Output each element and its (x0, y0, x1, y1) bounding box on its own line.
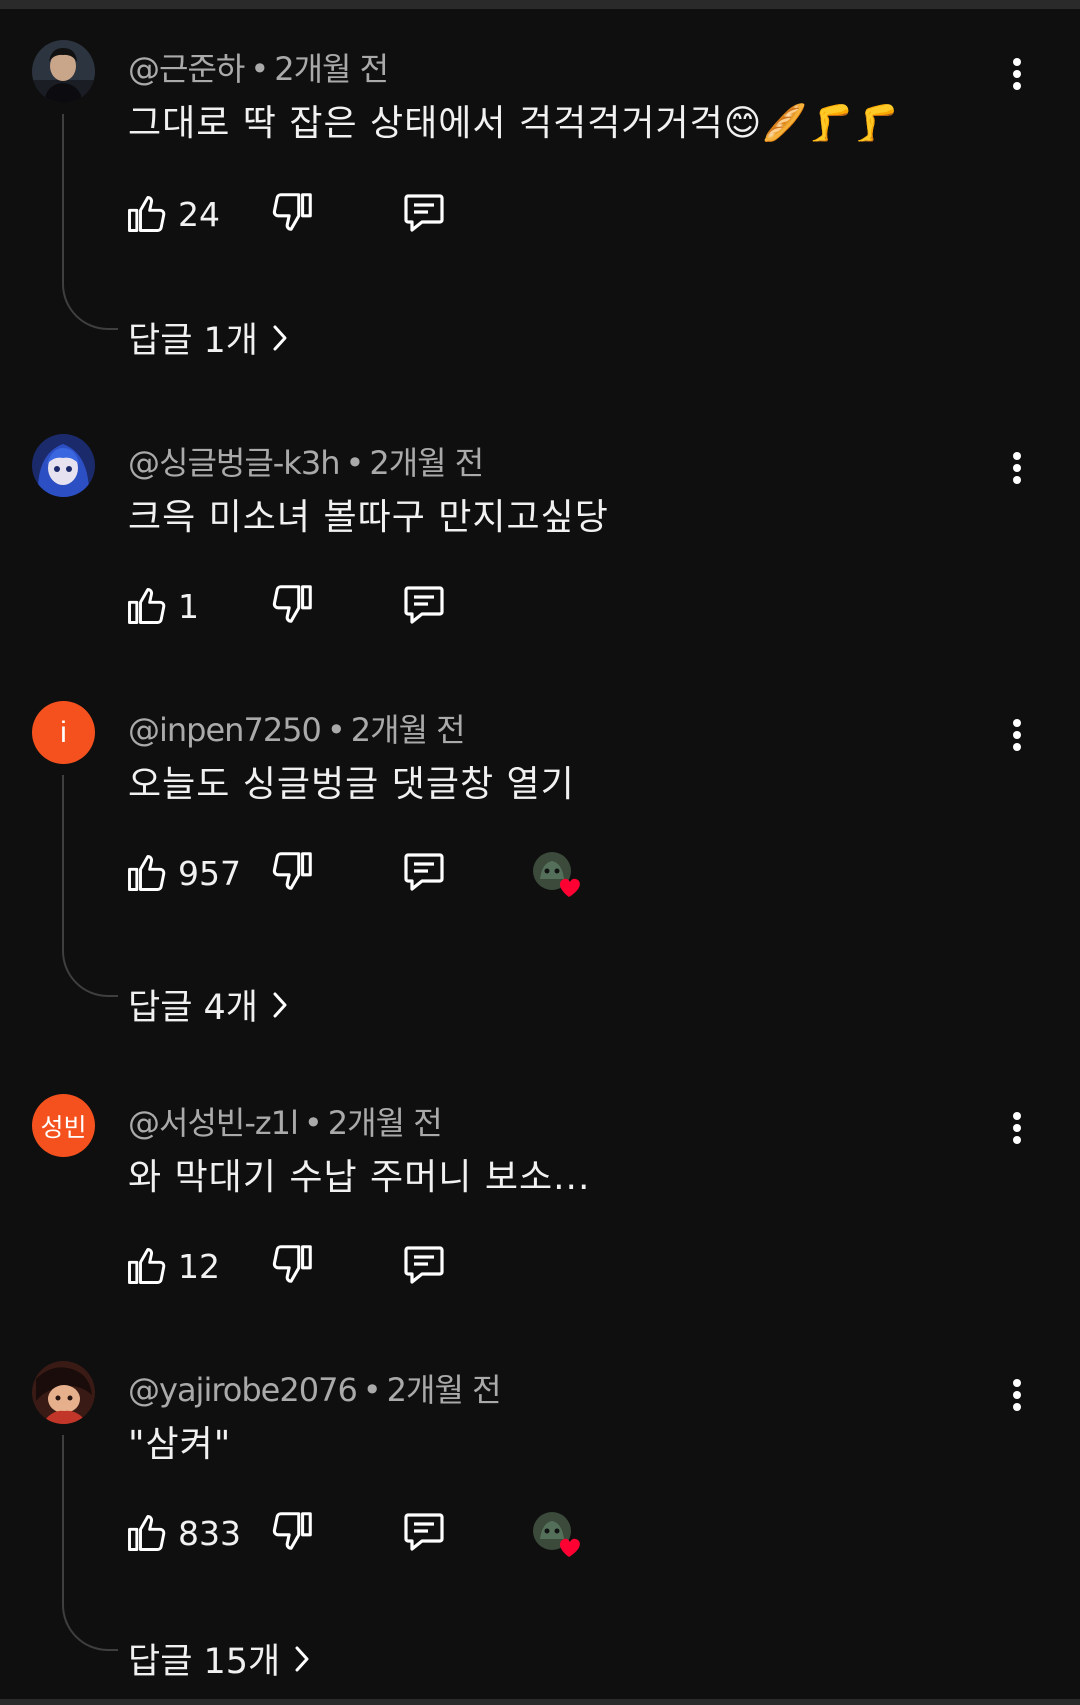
creator-heart-icon (533, 1512, 580, 1557)
comment-meta: @서성빈-z1l • 2개월 전 (128, 1104, 443, 1142)
thumbs-down-icon (272, 852, 312, 890)
like-count: 24 (178, 194, 220, 234)
avatar-initial: 성빈 (40, 1113, 87, 1142)
thread-connector (62, 114, 118, 330)
creator-heart-badge (532, 851, 584, 903)
author-name[interactable]: @싱글벙글-k3h (128, 444, 340, 482)
thumbs-down-icon (272, 585, 312, 623)
reply-icon (404, 586, 444, 624)
reply-button[interactable] (400, 1240, 452, 1292)
author-name[interactable]: @inpen7250 (128, 711, 322, 749)
more-vert-icon[interactable] (1000, 1373, 1034, 1417)
more-vert-icon[interactable] (1000, 52, 1034, 96)
reply-button[interactable] (400, 1507, 452, 1559)
comment-meta: @yajirobe2076 • 2개월 전 (128, 1371, 502, 1409)
like-count: 12 (178, 1246, 220, 1286)
comment-text: 와 막대기 수납 주머니 보소... (128, 1157, 591, 1198)
like-button[interactable]: 833 (124, 1507, 241, 1559)
action-bar: 12 (124, 1240, 824, 1292)
chevron-right-icon (294, 1645, 310, 1673)
avatar[interactable]: 성빈 (32, 1094, 95, 1157)
timestamp[interactable]: 2개월 전 (328, 1104, 443, 1142)
like-button[interactable]: 957 (124, 847, 241, 899)
reply-icon (404, 1513, 444, 1551)
thumbs-up-icon (128, 855, 166, 891)
view-replies-link[interactable]: 답글 4개 (128, 979, 288, 1030)
timestamp[interactable]: 2개월 전 (369, 444, 484, 482)
chevron-right-icon (272, 324, 288, 352)
like-count: 1 (178, 586, 199, 626)
reply-icon (404, 194, 444, 232)
thumbs-down-icon (272, 1245, 312, 1283)
reply-button[interactable] (400, 188, 452, 240)
bottom-edge (0, 1699, 1080, 1705)
comment-text: 그대로 딱 잡은 상태에서 걱걱걱거거걱😊🥖🦵🦵 (128, 103, 900, 144)
photo-avatar-icon (32, 40, 95, 103)
reply-button[interactable] (400, 847, 452, 899)
like-count: 833 (178, 1513, 241, 1553)
comment-meta: @근준하 • 2개월 전 (128, 50, 389, 88)
reply-button[interactable] (400, 580, 452, 632)
more-vert-icon[interactable] (1000, 713, 1034, 757)
action-bar: 24 (124, 188, 824, 240)
timestamp[interactable]: 2개월 전 (274, 50, 389, 88)
thread-connector (62, 775, 118, 997)
author-name[interactable]: @yajirobe2076 (128, 1371, 358, 1409)
more-vert-icon[interactable] (1000, 446, 1034, 490)
comment-text: 오늘도 싱글벙글 댓글창 열기 (128, 764, 575, 805)
like-button[interactable]: 1 (124, 580, 199, 632)
view-replies-link[interactable]: 답글 1개 (128, 312, 288, 363)
chevron-right-icon (272, 991, 288, 1019)
author-name[interactable]: @서성빈-z1l (128, 1104, 299, 1142)
action-bar: 1 (124, 580, 824, 632)
dislike-button[interactable] (270, 580, 322, 632)
avatar[interactable]: i (32, 701, 95, 764)
avatar[interactable] (32, 40, 95, 103)
creator-heart-icon (533, 852, 580, 897)
author-name[interactable]: @근준하 (128, 50, 245, 88)
like-button[interactable]: 24 (124, 188, 220, 240)
timestamp[interactable]: 2개월 전 (387, 1371, 502, 1409)
avatar[interactable] (32, 434, 95, 497)
timestamp[interactable]: 2개월 전 (351, 711, 466, 749)
view-replies-link[interactable]: 답글 15개 (128, 1633, 310, 1684)
comment-text: 크윽 미소녀 볼따구 만지고싶당 (128, 497, 609, 538)
dislike-button[interactable] (270, 1240, 322, 1292)
avatar-initial: i (60, 715, 67, 749)
dislike-button[interactable] (270, 1507, 322, 1559)
replies-label: 답글 15개 (128, 1642, 281, 1682)
action-bar: 957 (124, 847, 824, 899)
action-bar: 833 (124, 1507, 824, 1559)
dislike-button[interactable] (270, 188, 322, 240)
thumbs-up-icon (128, 1515, 166, 1551)
thumbs-up-icon (128, 1248, 166, 1284)
reply-icon (404, 853, 444, 891)
comment-text: "삼켜" (128, 1424, 232, 1465)
dislike-button[interactable] (270, 847, 322, 899)
thread-connector (62, 1435, 118, 1651)
replies-label: 답글 4개 (128, 988, 258, 1028)
anime-avatar-icon (32, 434, 95, 497)
thumbs-down-icon (272, 1512, 312, 1550)
reply-icon (404, 1246, 444, 1284)
character-avatar-icon (32, 1361, 95, 1424)
top-edge (0, 0, 1080, 9)
like-button[interactable]: 12 (124, 1240, 220, 1292)
thumbs-up-icon (128, 196, 166, 232)
thumbs-up-icon (128, 588, 166, 624)
creator-heart-badge (532, 1511, 584, 1563)
avatar[interactable] (32, 1361, 95, 1424)
more-vert-icon[interactable] (1000, 1106, 1034, 1150)
thumbs-down-icon (272, 193, 312, 231)
comment-meta: @싱글벙글-k3h • 2개월 전 (128, 444, 484, 482)
comment-meta: @inpen7250 • 2개월 전 (128, 711, 466, 749)
like-count: 957 (178, 853, 241, 893)
replies-label: 답글 1개 (128, 321, 258, 361)
